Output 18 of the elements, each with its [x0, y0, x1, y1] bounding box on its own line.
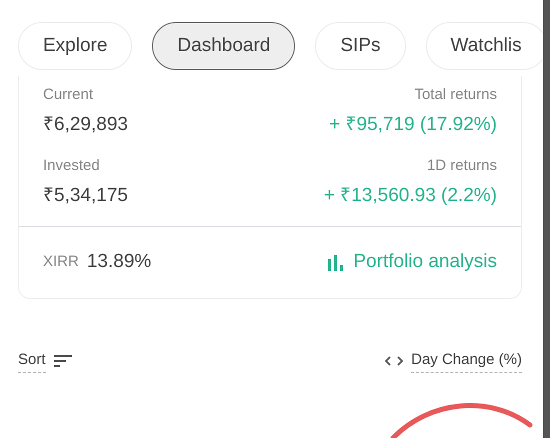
tab[interactable]: SIPs [315, 22, 406, 70]
tab[interactable]: Dashboard [152, 22, 296, 70]
stat-value: ₹5,34,175 [43, 184, 128, 208]
left-right-arrows-icon [385, 356, 404, 366]
returns-value: + ₹95,719 (17.92%) [329, 112, 497, 136]
sort-icon [54, 354, 72, 367]
returns-label: 1D returns [426, 156, 497, 176]
returns-value: + ₹13,560.93 (2.2%) [324, 184, 497, 208]
returns-label: Total returns [414, 85, 497, 105]
xirr-label: XIRR [43, 252, 79, 272]
bar-chart-icon [327, 254, 346, 270]
column-toggle[interactable]: Day Change (%) [385, 349, 522, 372]
stat-value: ₹6,29,893 [43, 112, 128, 136]
sort-button[interactable]: Sort [18, 349, 72, 372]
stat-label: Current [43, 85, 94, 105]
stat-label: Invested [43, 156, 101, 176]
tab[interactable]: Explore [18, 22, 132, 70]
xirr-value: 13.89% [86, 250, 152, 274]
